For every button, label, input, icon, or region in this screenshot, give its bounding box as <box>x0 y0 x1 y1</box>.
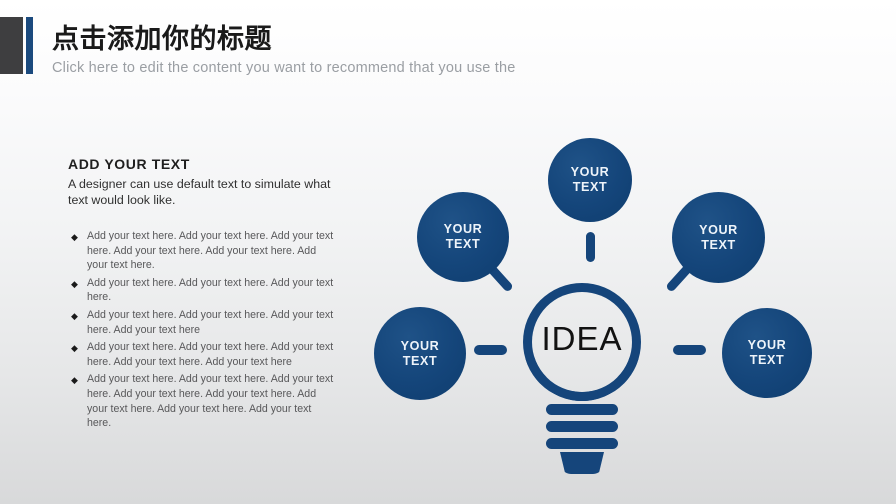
page-title: 点击添加你的标题 <box>52 24 272 54</box>
title-block: 点击添加你的标题 Click here to edit the content … <box>52 22 516 78</box>
list-item: ◆ Add your text here. Add your text here… <box>71 276 335 305</box>
list-item-text: Add your text here. Add your text here. … <box>87 276 334 304</box>
node-label-line2: TEXT <box>445 237 481 251</box>
left-panel-subtext: A designer can use default text to simul… <box>68 177 331 207</box>
diamond-bullet-icon: ◆ <box>71 375 78 386</box>
connector-ray-right <box>673 345 706 355</box>
bulb-center-label: IDEA <box>541 320 623 357</box>
diagram-node-lower-right[interactable]: YOUR TEXT <box>722 308 812 398</box>
node-label-line2: TEXT <box>572 180 608 194</box>
node-label-line2: TEXT <box>402 353 438 368</box>
node-label-line1: YOUR <box>747 338 787 352</box>
list-item: ◆ Add your text here. Add your text here… <box>71 372 335 430</box>
header-accent-bar-dark <box>0 17 23 74</box>
node-label-line1: YOUR <box>570 165 610 179</box>
slide-canvas: 点击添加你的标题 Click here to edit the content … <box>0 0 896 504</box>
diamond-bullet-icon: ◆ <box>71 278 78 289</box>
connector-ray-top <box>586 232 595 262</box>
diamond-bullet-icon: ◆ <box>71 232 78 242</box>
list-item-text: Add your text here. Add your text here. … <box>87 373 334 430</box>
page-subtitle: Click here to edit the content you want … <box>52 60 516 76</box>
left-text-column: ADD YOUR TEXT A designer can use default… <box>68 155 346 434</box>
connector-ray-left <box>474 345 507 355</box>
diamond-bullet-icon: ◆ <box>71 310 78 321</box>
bulb-base-ring <box>546 404 618 415</box>
node-label-line1: YOUR <box>400 338 440 353</box>
list-item-text: Add your text here. Add your text here. … <box>87 230 334 272</box>
bulb-base-ring <box>546 421 618 432</box>
list-item: ◆ Add your text here. Add your text here… <box>71 308 335 337</box>
list-item: ◆ Add your text here. Add your text here… <box>71 340 335 369</box>
node-label-line1: YOUR <box>699 222 738 237</box>
bullet-list: ◆ Add your text here. Add your text here… <box>68 229 346 431</box>
node-label-line2: TEXT <box>749 353 785 367</box>
diagram-node-upper-right[interactable]: YOUR TEXT <box>672 192 765 283</box>
node-label-line1: YOUR <box>443 222 483 236</box>
list-item-text: Add your text here. Add your text here. … <box>87 308 334 336</box>
node-label-line2: TEXT <box>701 237 736 252</box>
left-panel-heading: ADD YOUR TEXT <box>68 156 190 172</box>
list-item: ◆ Add your text here. Add your text here… <box>71 229 335 273</box>
bulb-base-ring <box>546 438 618 449</box>
diamond-bullet-icon: ◆ <box>71 343 78 354</box>
bulb-base-tip <box>560 452 604 474</box>
list-item-text: Add your text here. Add your text here. … <box>87 341 334 368</box>
diagram-node-lower-left[interactable]: YOUR TEXT <box>374 307 466 400</box>
header-accent-bar-blue <box>26 17 33 74</box>
diagram-node-upper-left[interactable]: YOUR TEXT <box>417 192 509 282</box>
lightbulb-icon: IDEA <box>502 262 662 485</box>
diagram-node-top[interactable]: YOUR TEXT <box>548 138 632 222</box>
lightbulb-diagram: IDEA YOUR TEXT YOUR TEXT YOUR TEXT YOUR … <box>355 120 835 490</box>
